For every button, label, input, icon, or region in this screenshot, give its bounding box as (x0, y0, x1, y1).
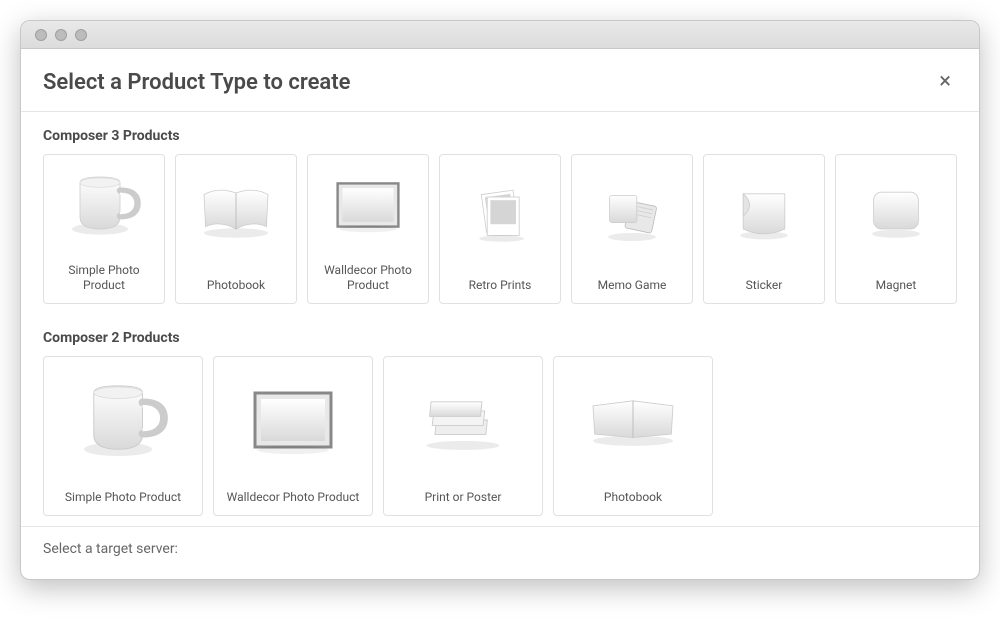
book-open-flat-icon (554, 357, 712, 482)
peel-icon (704, 155, 824, 270)
rounded-rect-icon (836, 155, 956, 270)
product-card-label: Walldecor Photo Product (221, 482, 366, 515)
product-card-label: Photobook (201, 270, 271, 303)
product-card-simple-photo-product[interactable]: Simple Photo Product (43, 154, 165, 304)
product-card-label: Walldecor Photo Product (308, 255, 428, 303)
book-open-icon (176, 155, 296, 270)
content-area: Select a Product Type to create × Compos… (21, 49, 979, 579)
product-card-label: Simple Photo Product (44, 255, 164, 303)
product-card-retro-prints[interactable]: Retro Prints (439, 154, 561, 304)
section-title: Composer 2 Products (43, 330, 957, 346)
traffic-minimize-icon[interactable] (55, 29, 67, 41)
product-card-label: Print or Poster (419, 482, 508, 515)
section-title: Composer 3 Products (43, 128, 957, 144)
product-section: Composer 2 Products Simple Photo Product… (21, 314, 979, 526)
product-card-label: Memo Game (592, 270, 673, 303)
product-card-label: Sticker (740, 270, 789, 303)
mug-icon (44, 155, 164, 255)
titlebar (21, 21, 979, 49)
product-card-print-poster[interactable]: Print or Poster (383, 356, 543, 516)
page-title: Select a Product Type to create (43, 70, 350, 95)
product-card-photobook[interactable]: Photobook (175, 154, 297, 304)
traffic-close-icon[interactable] (35, 29, 47, 41)
header-row: Select a Product Type to create × (21, 49, 979, 111)
product-card-walldecor[interactable]: Walldecor Photo Product (307, 154, 429, 304)
product-card-photobook-2[interactable]: Photobook (553, 356, 713, 516)
product-card-walldecor-2[interactable]: Walldecor Photo Product (213, 356, 373, 516)
traffic-zoom-icon[interactable] (75, 29, 87, 41)
product-card-magnet[interactable]: Magnet (835, 154, 957, 304)
tiles-icon (572, 155, 692, 270)
product-card-sticker[interactable]: Sticker (703, 154, 825, 304)
product-card-row: Simple Photo Product Photobook Walldecor… (43, 154, 957, 304)
stack-icon (384, 357, 542, 482)
product-card-label: Photobook (598, 482, 668, 515)
canvas-icon (308, 155, 428, 255)
product-card-memo-game[interactable]: Memo Game (571, 154, 693, 304)
target-server-label: Select a target server: (21, 526, 979, 579)
product-card-label: Magnet (870, 270, 923, 303)
mug-icon (44, 357, 202, 482)
app-window: Select a Product Type to create × Compos… (20, 20, 980, 580)
product-card-label: Retro Prints (463, 270, 538, 303)
product-section: Composer 3 Products Simple Photo Product… (21, 112, 979, 314)
product-card-simple-photo-product-2[interactable]: Simple Photo Product (43, 356, 203, 516)
close-icon[interactable]: × (933, 67, 957, 97)
canvas-icon (214, 357, 372, 482)
product-card-row: Simple Photo Product Walldecor Photo Pro… (43, 356, 957, 516)
polaroids-icon (440, 155, 560, 270)
product-card-label: Simple Photo Product (59, 482, 187, 515)
